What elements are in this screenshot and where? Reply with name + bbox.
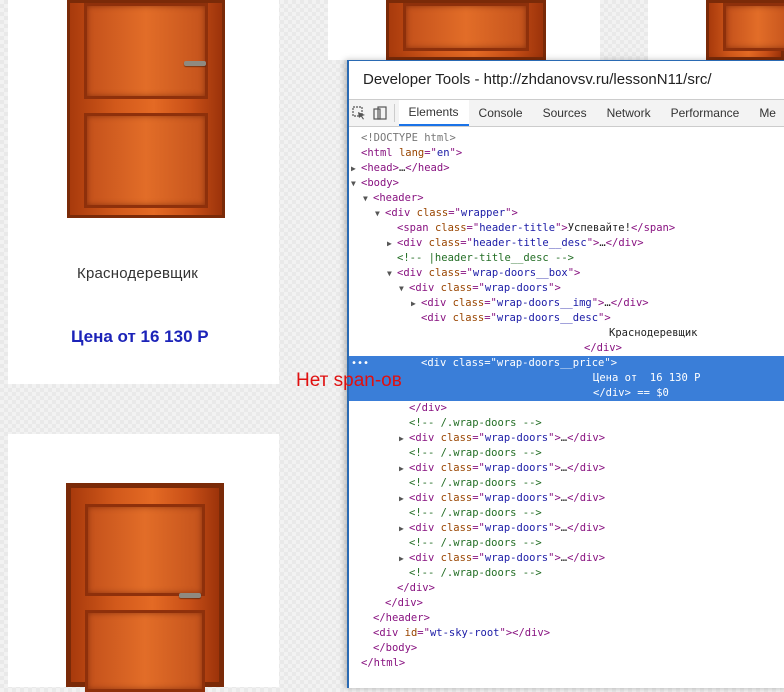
expand-toggle-icon: ▼ — [399, 284, 404, 293]
door-image — [386, 0, 546, 60]
dom-node-line[interactable]: ••• <div class="wrap-doors__price"> — [349, 356, 784, 371]
dom-node-line[interactable]: <!-- |header-title__desc --> — [349, 251, 784, 266]
expand-toggle-icon: ▼ — [351, 179, 356, 188]
dom-node-line[interactable]: </div> — [349, 341, 784, 356]
product-card[interactable]: Краснодеревщик Цена от 16 130 Р — [8, 0, 279, 384]
product-card[interactable] — [8, 434, 279, 692]
dom-node-line[interactable]: ▼ <div class="wrap-doors"> — [349, 281, 784, 296]
dom-node-line[interactable]: </div> — [349, 581, 784, 596]
expand-toggle-icon: ▶ — [399, 464, 404, 473]
expand-toggle-icon: ▶ — [399, 554, 404, 563]
dom-node-line[interactable]: <span class="header-title">Успевайте!</s… — [349, 221, 784, 236]
dom-node-line[interactable]: <!-- /.wrap-doors --> — [349, 416, 784, 431]
dom-node-line[interactable]: <html lang="en"> — [349, 146, 784, 161]
more-options-icon: ••• — [351, 358, 370, 369]
dom-node-line[interactable]: </header> — [349, 611, 784, 626]
dom-node-line[interactable]: ▶ <div class="wrap-doors">…</div> — [349, 521, 784, 536]
dom-node-line[interactable]: ▼ <header> — [349, 191, 784, 206]
expand-toggle-icon: ▶ — [399, 434, 404, 443]
dom-node-line[interactable]: ▶ <div class="wrap-doors">…</div> — [349, 491, 784, 506]
dom-node-line[interactable]: ▶ <div class="header-title__desc">…</div> — [349, 236, 784, 251]
expand-toggle-icon: ▼ — [375, 209, 380, 218]
product-card[interactable] — [648, 0, 784, 60]
dom-node-line[interactable]: ▶ <head>…</head> — [349, 161, 784, 176]
dom-node-line[interactable]: ▶ <div class="wrap-doors">…</div> — [349, 551, 784, 566]
dom-node-line[interactable]: <div class="wrap-doors__desc"> — [349, 311, 784, 326]
expand-toggle-icon: ▶ — [399, 524, 404, 533]
dom-node-line[interactable]: <!DOCTYPE html> — [349, 131, 784, 146]
dom-node-line[interactable]: <!-- /.wrap-doors --> — [349, 566, 784, 581]
dom-node-line[interactable]: </div> — [349, 596, 784, 611]
dom-node-line[interactable]: ▼ <div class="wrap-doors__box"> — [349, 266, 784, 281]
expand-toggle-icon: ▶ — [411, 299, 416, 308]
tab-more[interactable]: Me — [749, 100, 784, 126]
door-handle-icon — [184, 61, 206, 66]
door-image — [706, 0, 784, 60]
dom-node-line[interactable]: </div> — [349, 401, 784, 416]
product-card[interactable] — [328, 0, 600, 60]
devtools-window[interactable]: Developer Tools - http://zhdanovsv.ru/le… — [347, 60, 784, 688]
dom-node-line[interactable]: <div id="wt-sky-root"></div> — [349, 626, 784, 641]
dom-node-line[interactable]: Краснодеревщик — [349, 326, 784, 341]
devtools-tabbar: Elements Console Sources Network Perform… — [349, 99, 784, 127]
tab-network[interactable]: Network — [597, 100, 661, 126]
tab-performance[interactable]: Performance — [661, 100, 750, 126]
dom-node-line[interactable]: ▶ <div class="wrap-doors__img">…</div> — [349, 296, 784, 311]
dom-node-line[interactable]: ▶ <div class="wrap-doors">…</div> — [349, 431, 784, 446]
door-handle-icon — [179, 593, 201, 598]
devtools-title: Developer Tools - http://zhdanovsv.ru/le… — [349, 61, 784, 99]
dom-node-line[interactable]: Цена от 16 130 Р — [349, 371, 784, 386]
product-price: Цена от 16 130 Р — [71, 327, 209, 346]
dom-node-line[interactable]: <!-- /.wrap-doors --> — [349, 506, 784, 521]
dom-node-line[interactable]: ▶ <div class="wrap-doors">…</div> — [349, 461, 784, 476]
expand-toggle-icon: ▶ — [399, 494, 404, 503]
dom-node-line[interactable]: <!-- /.wrap-doors --> — [349, 446, 784, 461]
expand-toggle-icon: ▼ — [387, 269, 392, 278]
door-image — [67, 0, 225, 218]
tab-sources[interactable]: Sources — [533, 100, 597, 126]
annotation-text: Нет span-ов — [296, 370, 402, 391]
inspect-element-icon[interactable] — [349, 100, 369, 126]
dom-tree: <!DOCTYPE html> <html lang="en"> ▶ <head>…<… — [349, 127, 784, 671]
product-title: Краснодеревщик — [77, 265, 199, 282]
dom-node-line[interactable]: ▼ <body> — [349, 176, 784, 191]
tab-console[interactable]: Console — [469, 100, 533, 126]
dom-node-line[interactable]: </div> == $0 — [349, 386, 784, 401]
tab-elements[interactable]: Elements — [398, 100, 469, 126]
dom-node-line[interactable]: ▼ <div class="wrapper"> — [349, 206, 784, 221]
dom-node-line[interactable]: </body> — [349, 641, 784, 656]
dom-node-line[interactable]: </html> — [349, 656, 784, 671]
device-toolbar-icon[interactable] — [369, 100, 389, 126]
dom-node-line[interactable]: <!-- /.wrap-doors --> — [349, 536, 784, 551]
door-image — [66, 483, 224, 692]
expand-toggle-icon: ▼ — [363, 194, 368, 203]
expand-toggle-icon: ▶ — [387, 239, 392, 248]
expand-toggle-icon: ▶ — [351, 164, 356, 173]
dom-node-line[interactable]: <!-- /.wrap-doors --> — [349, 476, 784, 491]
